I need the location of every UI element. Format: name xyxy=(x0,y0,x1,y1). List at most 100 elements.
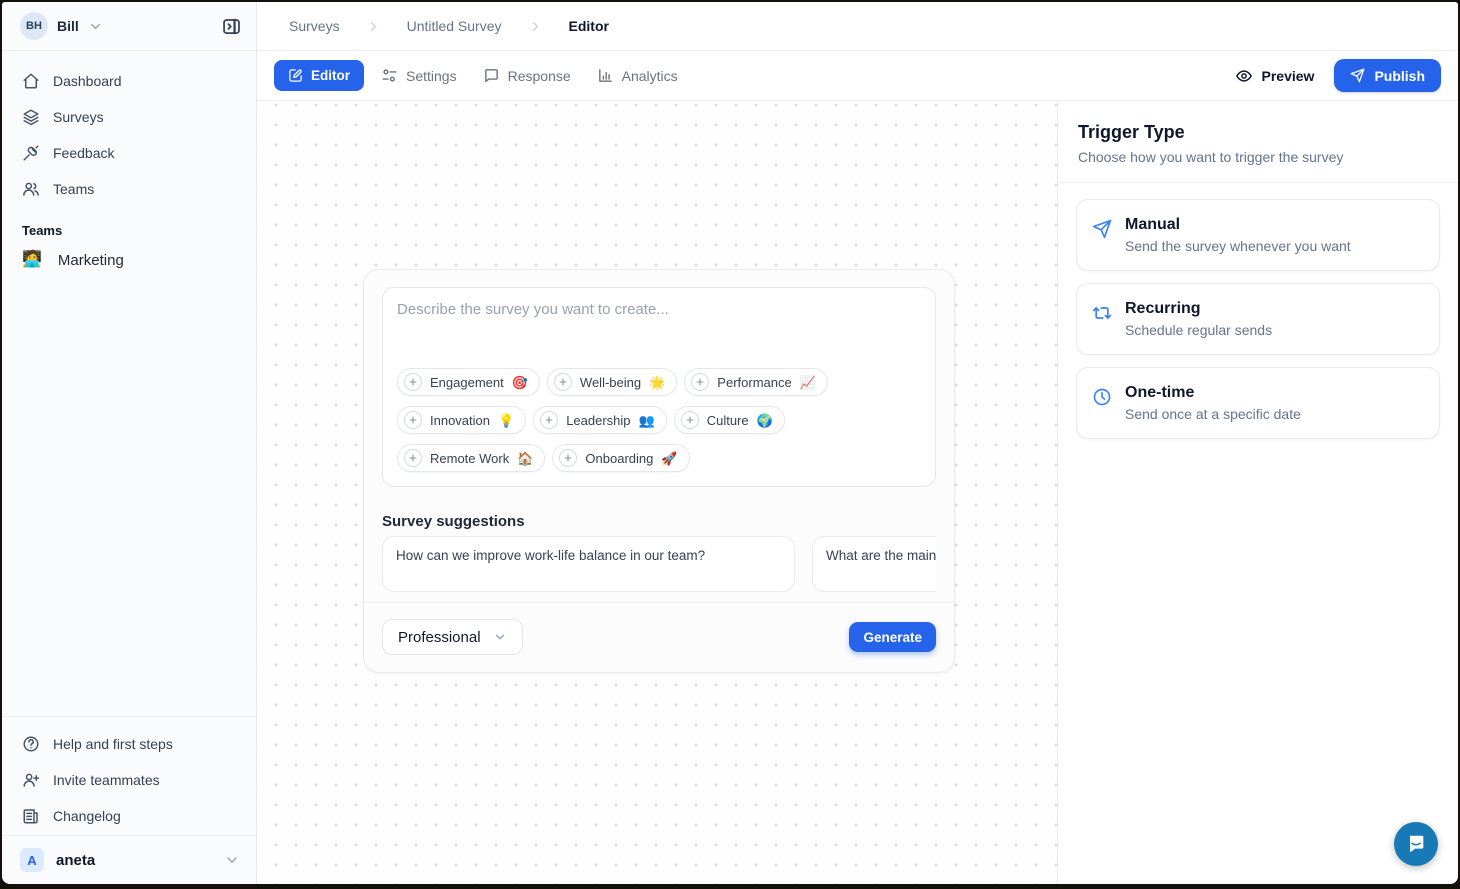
survey-description-input[interactable] xyxy=(397,301,921,360)
tab-settings[interactable]: Settings xyxy=(372,60,466,91)
layers-icon xyxy=(22,108,40,126)
option-description: Send once at a specific date xyxy=(1125,406,1301,422)
sidebar-footer-nav: Help and first steps Invite teammates Ch… xyxy=(2,716,256,835)
clock-icon xyxy=(1092,387,1112,407)
plus-icon xyxy=(559,449,577,467)
topic-chip-innovation[interactable]: Innovation 💡 xyxy=(397,406,526,434)
account-menu[interactable]: A aneta xyxy=(2,835,256,884)
tone-select[interactable]: Professional xyxy=(382,619,523,655)
sidebar-item-dashboard[interactable]: Dashboard xyxy=(12,64,246,98)
eye-icon xyxy=(1235,67,1253,85)
workspace-name[interactable]: Bill xyxy=(57,18,79,34)
chevron-down-icon xyxy=(493,630,507,644)
sidebar-item-label: Invite teammates xyxy=(53,772,160,788)
trigger-option-recurring[interactable]: Recurring Schedule regular sends xyxy=(1076,283,1440,355)
chat-launcher-button[interactable] xyxy=(1394,822,1438,866)
account-name: aneta xyxy=(56,852,95,869)
topic-chip-remote-work[interactable]: Remote Work 🏠 xyxy=(397,444,545,472)
chevron-down-icon[interactable] xyxy=(88,19,103,34)
chip-label: Onboarding xyxy=(585,451,653,466)
suggestions-row: How can we improve work-life balance in … xyxy=(382,536,936,592)
chevron-down-icon xyxy=(224,852,240,868)
tab-response[interactable]: Response xyxy=(474,60,580,91)
breadcrumb-editor: Editor xyxy=(569,18,609,34)
plus-icon xyxy=(681,411,699,429)
tab-editor[interactable]: Editor xyxy=(274,60,364,91)
editor-canvas[interactable]: Engagement 🎯 Well-being 🌟 Performance xyxy=(257,101,1057,884)
suggestion-card[interactable]: How can we improve work-life balance in … xyxy=(382,536,795,592)
trigger-option-manual[interactable]: Manual Send the survey whenever you want xyxy=(1076,199,1440,271)
topic-chip-leadership[interactable]: Leadership 👥 xyxy=(533,406,667,434)
sidebar-item-label: Dashboard xyxy=(53,73,122,89)
sidebar: BH Bill Dashboard xyxy=(2,2,257,884)
trigger-options: Manual Send the survey whenever you want… xyxy=(1058,183,1458,455)
topic-chip-culture[interactable]: Culture 🌍 xyxy=(674,406,785,434)
chip-emoji: 👥 xyxy=(639,414,655,427)
breadcrumb-surveys[interactable]: Surveys xyxy=(289,18,340,34)
trigger-panel-header: Trigger Type Choose how you want to trig… xyxy=(1058,101,1458,183)
team-emoji-icon: 🧑‍💻 xyxy=(22,252,42,268)
teams-section-label: Teams xyxy=(22,223,236,238)
plus-icon xyxy=(404,449,422,467)
sidebar-item-help[interactable]: Help and first steps xyxy=(12,727,246,761)
home-icon xyxy=(22,72,40,90)
chip-label: Performance xyxy=(717,375,791,390)
chip-label: Engagement xyxy=(430,375,504,390)
option-description: Send the survey whenever you want xyxy=(1125,238,1351,254)
chip-emoji: 💡 xyxy=(498,414,514,427)
plus-icon xyxy=(404,373,422,391)
chip-emoji: 🚀 xyxy=(661,452,677,465)
sidebar-item-marketing[interactable]: 🧑‍💻 Marketing xyxy=(12,242,246,278)
workspace-avatar[interactable]: BH xyxy=(20,12,48,40)
generate-button[interactable]: Generate xyxy=(849,622,936,652)
tab-label: Settings xyxy=(406,68,457,84)
sidebar-item-surveys[interactable]: Surveys xyxy=(12,100,246,134)
sidebar-item-invite[interactable]: Invite teammates xyxy=(12,763,246,797)
publish-button[interactable]: Publish xyxy=(1334,59,1441,92)
chip-label: Remote Work xyxy=(430,451,509,466)
panel-title: Trigger Type xyxy=(1078,122,1438,143)
breadcrumb-untitled-survey[interactable]: Untitled Survey xyxy=(407,18,502,34)
sidebar-item-feedback[interactable]: Feedback xyxy=(12,136,246,170)
sidebar-collapse-button[interactable] xyxy=(219,14,244,39)
sidebar-item-label: Changelog xyxy=(53,808,121,824)
sidebar-item-changelog[interactable]: Changelog xyxy=(12,799,246,833)
topic-chip-engagement[interactable]: Engagement 🎯 xyxy=(397,368,540,396)
chip-label: Leadership xyxy=(566,413,630,428)
breadcrumb: Surveys Untitled Survey Editor xyxy=(257,2,1458,51)
option-title: Manual xyxy=(1125,216,1351,234)
trigger-option-one-time[interactable]: One-time Send once at a specific date xyxy=(1076,367,1440,439)
tab-label: Editor xyxy=(311,68,350,83)
sidebar-item-label: Surveys xyxy=(53,109,104,125)
team-label: Marketing xyxy=(58,252,124,269)
prompt-input-box: Engagement 🎯 Well-being 🌟 Performance xyxy=(382,287,936,487)
topic-chip-well-being[interactable]: Well-being 🌟 xyxy=(547,368,677,396)
preview-button[interactable]: Preview xyxy=(1223,60,1327,92)
plug-icon xyxy=(22,144,40,162)
tab-analytics[interactable]: Analytics xyxy=(588,60,687,91)
sidebar-item-teams[interactable]: Teams xyxy=(12,172,246,206)
chat-bubble-icon xyxy=(483,67,500,84)
send-icon xyxy=(1092,219,1112,239)
composer-footer: Professional Generate xyxy=(364,602,954,659)
chip-label: Innovation xyxy=(430,413,490,428)
option-title: Recurring xyxy=(1125,300,1272,318)
chip-label: Culture xyxy=(707,413,749,428)
plus-icon xyxy=(554,373,572,391)
tone-value: Professional xyxy=(398,629,481,646)
user-plus-icon xyxy=(22,771,40,789)
account-avatar: A xyxy=(20,848,44,872)
repeat-icon xyxy=(1092,303,1112,323)
topic-chips: Engagement 🎯 Well-being 🌟 Performance xyxy=(397,368,921,472)
chat-smile-icon xyxy=(1405,833,1427,855)
chip-emoji: 📈 xyxy=(800,376,816,389)
suggestion-card[interactable]: What are the main ob xyxy=(812,536,936,592)
topic-chip-performance[interactable]: Performance 📈 xyxy=(684,368,828,396)
option-description: Schedule regular sends xyxy=(1125,322,1272,338)
trigger-type-panel: Trigger Type Choose how you want to trig… xyxy=(1057,101,1458,884)
chip-label: Well-being xyxy=(580,375,641,390)
suggestions-title: Survey suggestions xyxy=(382,513,936,530)
chip-emoji: 🌟 xyxy=(649,376,665,389)
chevron-right-icon xyxy=(528,19,543,34)
topic-chip-onboarding[interactable]: Onboarding 🚀 xyxy=(552,444,689,472)
